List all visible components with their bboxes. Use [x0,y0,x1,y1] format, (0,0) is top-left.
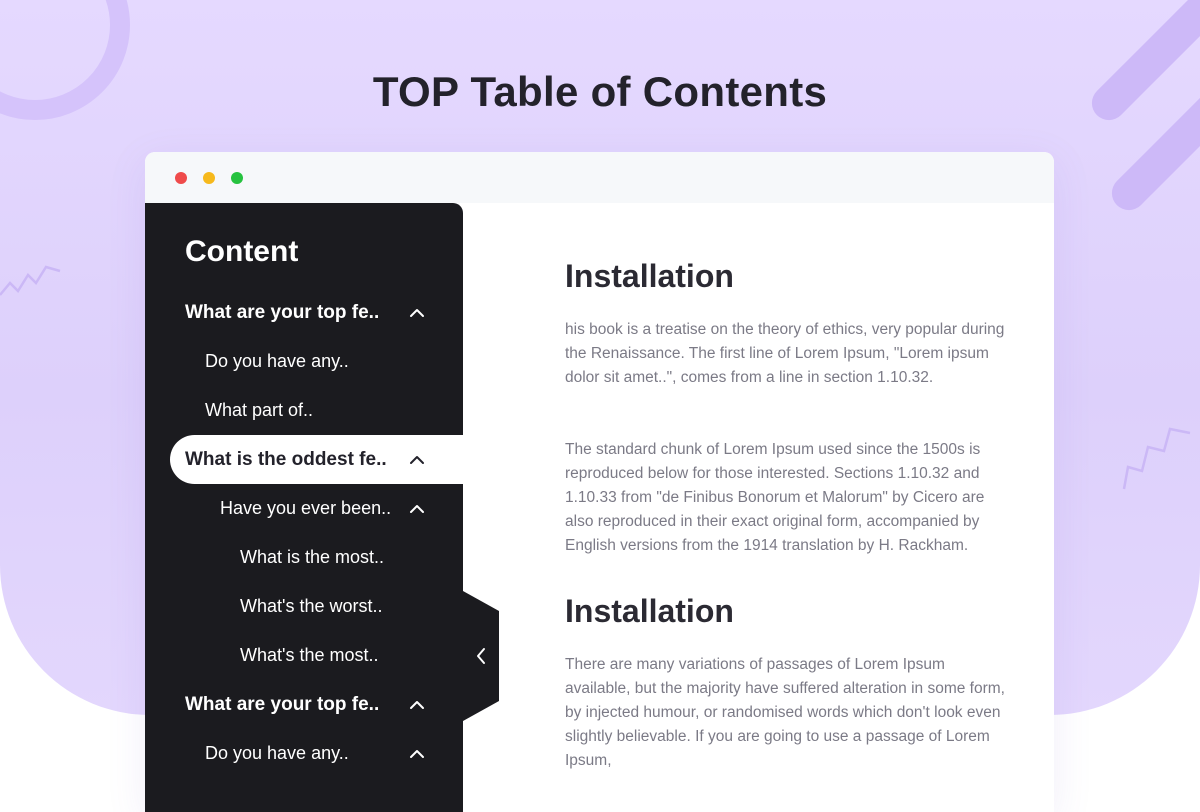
chevron-up-icon[interactable] [409,452,425,468]
section-paragraph: There are many variations of passages of… [565,656,1005,769]
sidebar-collapse-toggle[interactable] [463,591,499,721]
toc-item-label: What is the oddest fe.. [185,449,387,470]
window-titlebar [145,152,1054,203]
toc-item-active[interactable]: What is the oddest fe.. [170,435,463,484]
section-paragraph: The standard chunk of Lorem Ipsum used s… [565,441,985,554]
toc-item-label: What are your top fe.. [185,302,380,323]
toc-item[interactable]: What part of.. [205,386,425,435]
toc-item[interactable]: Do you have any.. [205,337,425,386]
decorative-zigzag [1122,427,1191,490]
toc-item-label: Have you ever been.. [220,498,392,518]
toc-item-label: Do you have any.. [205,743,349,763]
toc-item-label: What is the most.. [240,547,385,567]
toc-item[interactable]: Have you ever been.. [220,484,425,533]
minimize-window-button[interactable] [203,172,215,184]
toc-item-label: What part of.. [205,400,314,420]
toc-item[interactable]: What are your top fe.. [185,288,425,337]
sidebar-title: Content [185,235,299,268]
chevron-up-icon[interactable] [409,746,425,762]
toc-item[interactable]: What's the most.. [240,631,425,680]
toc-sidebar: Content What are your top fe.. Do you ha… [145,203,463,812]
chevron-up-icon[interactable] [409,305,425,321]
toc-item-label: What's the worst.. [240,596,383,616]
toc-item-label: What are your top fe.. [185,694,380,715]
section-heading: Installation [565,258,734,294]
chevron-up-icon[interactable] [409,501,425,517]
decorative-zigzag [0,265,61,296]
chevron-up-icon[interactable] [409,697,425,713]
toc-item[interactable]: What's the worst.. [240,582,425,631]
close-window-button[interactable] [175,172,187,184]
toc-item[interactable]: Do you have any.. [205,729,425,778]
toc-item[interactable]: What are your top fe.. [185,680,425,729]
toc-item-label: What's the most.. [240,645,379,665]
browser-window: Content What are your top fe.. Do you ha… [145,152,1054,812]
maximize-window-button[interactable] [231,172,243,184]
page-title: TOP Table of Contents [372,68,828,115]
section-paragraph: his book is a treatise on the theory of … [565,321,1005,386]
toc-item[interactable]: What is the most.. [240,533,425,582]
toc-item-label: Do you have any.. [205,351,349,371]
section-heading: Installation [565,593,734,629]
